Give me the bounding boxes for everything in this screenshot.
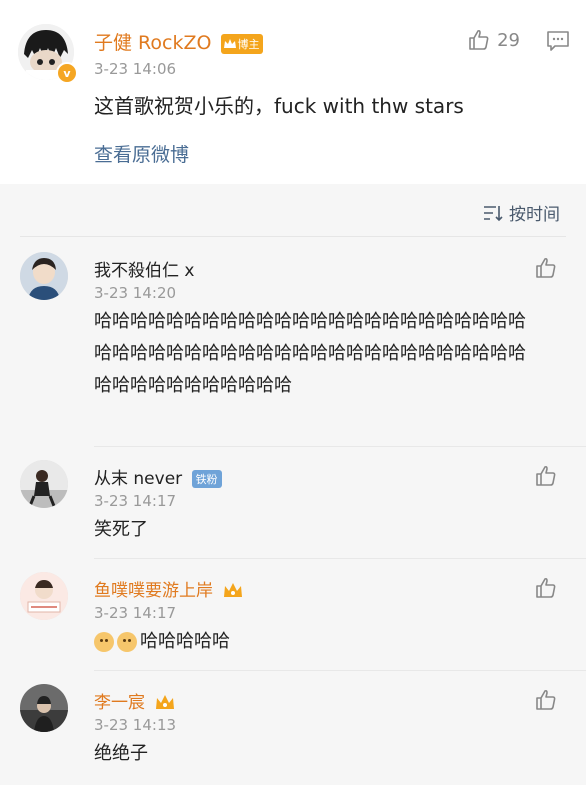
- blogger-badge: 博主: [221, 33, 264, 54]
- doge-emoji-icon: [117, 632, 137, 652]
- commenter-avatar[interactable]: [20, 460, 68, 508]
- comment-item: 鱼噗噗要游上岸 3-23 14:17 哈哈哈哈哈: [0, 568, 586, 668]
- post-text: 这首歌祝贺小乐的，fuck with thw stars: [94, 94, 464, 118]
- commenter-avatar[interactable]: [20, 572, 68, 620]
- post-author-label[interactable]: 子健 RockZO: [94, 32, 211, 54]
- comment-divider: [94, 670, 586, 671]
- commenter-name[interactable]: 鱼噗噗要游上岸: [94, 576, 244, 601]
- comment-button[interactable]: [546, 30, 570, 56]
- comment-item: 我不殺伯仁 x 3-23 14:20 哈哈哈哈哈哈哈哈哈哈哈哈哈哈哈哈哈哈哈哈哈…: [0, 248, 586, 448]
- commenter-avatar[interactable]: [20, 684, 68, 732]
- commenter-name[interactable]: 从末 never 铁粉: [94, 464, 222, 489]
- thumbs-up-icon: [536, 577, 556, 598]
- comment-timestamp: 3-23 14:13: [94, 716, 177, 734]
- thumbs-up-icon: [469, 29, 489, 50]
- comment-like-button[interactable]: [534, 576, 558, 604]
- thumbs-up-icon: [536, 689, 556, 710]
- comment-text-label: 哈哈哈哈哈: [140, 631, 230, 652]
- commenter-name[interactable]: 李一宸: [94, 688, 176, 713]
- comment-divider: [94, 446, 586, 447]
- thumbs-up-icon: [536, 465, 556, 486]
- comment-divider: [94, 558, 586, 559]
- post-author-name[interactable]: 子健 RockZO 博主: [94, 28, 264, 55]
- commenter-name[interactable]: 我不殺伯仁 x: [94, 256, 194, 281]
- section-divider: [20, 236, 566, 237]
- sort-label: 按时间: [509, 205, 560, 225]
- commenter-avatar[interactable]: [20, 252, 68, 300]
- original-post: v 子健 RockZO 博主 3-23 14:06 这首歌祝贺小乐的，fuck …: [0, 0, 586, 184]
- comment-icon: [547, 31, 569, 51]
- crown-icon: [156, 695, 175, 709]
- comment-like-button[interactable]: [534, 464, 558, 492]
- crown-icon: [224, 583, 243, 597]
- comment-timestamp: 3-23 14:17: [94, 492, 177, 510]
- comment-item: 从末 never 铁粉 3-23 14:17 笑死了: [0, 456, 586, 556]
- comment-text: 笑死了: [94, 519, 148, 540]
- commenter-name-label[interactable]: 从末 never: [94, 469, 182, 489]
- post-like-button[interactable]: 29: [467, 28, 520, 52]
- commenter-name-label[interactable]: 鱼噗噗要游上岸: [94, 581, 213, 601]
- crown-icon: [224, 38, 237, 48]
- doge-emoji-icon: [94, 632, 114, 652]
- commenter-name-label[interactable]: 李一宸: [94, 693, 145, 713]
- blogger-badge-label: 博主: [237, 37, 260, 51]
- iron-fan-badge: 铁粉: [191, 470, 222, 488]
- view-original-link[interactable]: 查看原微博: [94, 140, 189, 167]
- post-timestamp: 3-23 14:06: [94, 60, 177, 78]
- comment-timestamp: 3-23 14:17: [94, 604, 177, 622]
- comment-like-button[interactable]: [534, 688, 558, 716]
- sort-by-time-button[interactable]: 按时间: [483, 200, 560, 225]
- comment-text: 哈哈哈哈哈哈哈哈哈哈哈哈哈哈哈哈哈哈哈哈哈哈哈哈哈哈哈哈哈哈哈哈哈哈哈哈哈哈哈哈…: [94, 311, 526, 396]
- post-like-count: 29: [497, 29, 520, 51]
- comment-like-button[interactable]: [534, 256, 558, 284]
- comment-text: 绝绝子: [94, 743, 148, 764]
- comment-item: 李一宸 3-23 14:13 绝绝子: [0, 680, 586, 780]
- comment-timestamp: 3-23 14:20: [94, 284, 177, 302]
- comment-text: 哈哈哈哈哈: [94, 626, 534, 658]
- thumbs-up-icon: [536, 257, 556, 278]
- sort-icon: [484, 205, 503, 221]
- verified-icon: v: [56, 62, 78, 84]
